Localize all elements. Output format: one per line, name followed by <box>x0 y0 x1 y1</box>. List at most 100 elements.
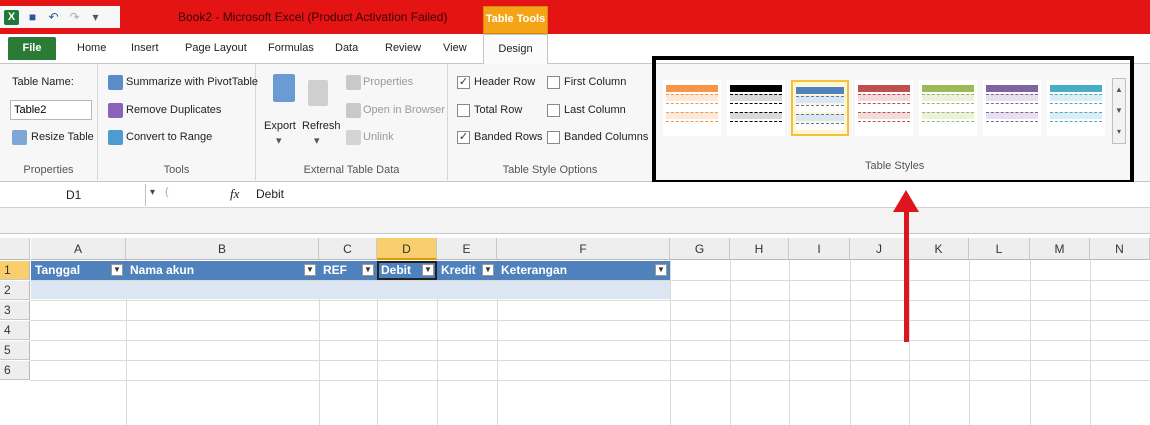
grid-line <box>850 260 851 425</box>
table-header-label: Kredit <box>441 263 476 277</box>
group-label-style-options: Table Style Options <box>502 164 598 176</box>
group-label-tools: Tools <box>163 164 190 176</box>
filter-dropdown-icon[interactable]: ▼ <box>422 264 434 276</box>
tab-formulas[interactable]: Formulas <box>268 42 314 54</box>
column-header-a[interactable]: A <box>31 238 126 260</box>
row-header-2[interactable]: 2 <box>0 281 30 300</box>
open-browser-icon <box>346 103 361 118</box>
column-header-h[interactable]: H <box>730 238 789 260</box>
header-row-label: Header Row <box>474 76 536 88</box>
annotation-arrow-shaft <box>904 206 909 342</box>
column-header-m[interactable]: M <box>1030 238 1090 260</box>
column-header-d[interactable]: D <box>377 238 437 260</box>
total-row-checkbox[interactable] <box>457 104 470 117</box>
customize-qat-icon[interactable]: ▾ <box>88 10 103 25</box>
row-header-1[interactable]: 1 <box>0 261 30 280</box>
first-column-checkbox[interactable] <box>547 76 560 89</box>
refresh-dropdown-icon[interactable]: ▾ <box>314 134 320 147</box>
table-header-label: REF <box>323 263 347 277</box>
grid-line <box>30 340 1150 341</box>
column-header-e[interactable]: E <box>437 238 497 260</box>
unlink-icon <box>346 130 361 145</box>
window-title: Book2 - Microsoft Excel (Product Activat… <box>178 10 448 24</box>
filter-dropdown-icon[interactable]: ▼ <box>304 264 316 276</box>
column-header-f[interactable]: F <box>497 238 670 260</box>
table-header-cell[interactable]: Nama akun ▼ <box>126 261 319 280</box>
export-dropdown-icon[interactable]: ▾ <box>276 134 282 147</box>
column-header-k[interactable]: K <box>909 238 969 260</box>
unlink-button[interactable]: Unlink <box>363 131 394 143</box>
header-row-checkbox[interactable]: ✓ <box>457 76 470 89</box>
worksheet-grid[interactable]: A B C D E F G H I J K L M N 1 2 3 4 5 6 Tanggal ▼ Nama akun ▼ RE… <box>0 238 1150 425</box>
row-header-6[interactable]: 6 <box>0 361 30 380</box>
row-header-3[interactable]: 3 <box>0 301 30 320</box>
tab-review[interactable]: Review <box>385 42 421 54</box>
column-header-i[interactable]: I <box>789 238 850 260</box>
highlight-box <box>652 56 1134 184</box>
row-header-5[interactable]: 5 <box>0 341 30 360</box>
table-header-label: Keterangan <box>501 263 568 277</box>
grid-line <box>30 360 1150 361</box>
refresh-button[interactable]: Refresh <box>302 120 341 132</box>
tab-insert[interactable]: Insert <box>131 42 159 54</box>
grid-line <box>670 260 671 425</box>
properties-group: Table Name: Resize Table Properties <box>0 64 98 180</box>
banded-rows-checkbox[interactable]: ✓ <box>457 131 470 144</box>
group-label-properties: Properties <box>23 164 74 176</box>
column-header-b[interactable]: B <box>126 238 319 260</box>
properties-button[interactable]: Properties <box>363 76 413 88</box>
table-name-input[interactable] <box>10 100 92 120</box>
excel-icon[interactable]: X <box>4 9 19 25</box>
remove-duplicates-icon <box>108 103 123 118</box>
column-header-l[interactable]: L <box>969 238 1030 260</box>
formula-input[interactable]: Debit <box>256 187 284 201</box>
name-box-dropdown-icon[interactable]: ▾ <box>150 187 155 198</box>
summarize-pivot-button[interactable]: Summarize with PivotTable <box>126 76 258 88</box>
remove-duplicates-button[interactable]: Remove Duplicates <box>126 104 221 116</box>
last-column-checkbox[interactable] <box>547 104 560 117</box>
tab-design[interactable]: Design <box>483 34 548 65</box>
grid-line <box>30 380 1150 381</box>
filter-dropdown-icon[interactable]: ▼ <box>655 264 667 276</box>
tab-file[interactable]: File <box>8 37 56 60</box>
save-icon[interactable]: ■ <box>25 10 40 25</box>
tab-data[interactable]: Data <box>335 42 358 54</box>
open-in-browser-button[interactable]: Open in Browser <box>363 104 445 116</box>
table-header-label: Tanggal <box>35 263 81 277</box>
cancel-formula-icon[interactable]: ( <box>165 186 169 198</box>
grid-line <box>909 260 910 425</box>
column-header-g[interactable]: G <box>670 238 730 260</box>
resize-table-button[interactable]: Resize Table <box>31 131 94 143</box>
resize-table-icon <box>12 130 27 145</box>
insert-function-icon[interactable]: fx <box>230 186 239 202</box>
first-column-label: First Column <box>564 76 627 88</box>
grid-line <box>1090 260 1091 425</box>
table-data-row[interactable] <box>31 281 670 299</box>
table-tools-context-label: Table Tools <box>483 6 548 34</box>
banded-columns-checkbox[interactable] <box>547 131 560 144</box>
export-button[interactable]: Export <box>264 120 296 132</box>
last-column-label: Last Column <box>564 104 626 116</box>
table-header-cell[interactable]: Keterangan ▼ <box>497 261 670 280</box>
name-box[interactable]: D1 <box>6 184 146 206</box>
row-header-4[interactable]: 4 <box>0 321 30 340</box>
filter-dropdown-icon[interactable]: ▼ <box>362 264 374 276</box>
filter-dropdown-icon[interactable]: ▼ <box>111 264 123 276</box>
column-header-n[interactable]: N <box>1090 238 1150 260</box>
redo-icon[interactable]: ↷ <box>67 10 82 25</box>
formula-bar-expanded <box>0 208 1150 234</box>
column-header-c[interactable]: C <box>319 238 377 260</box>
external-data-group: Export ▾ Refresh ▾ Properties Open in Br… <box>256 64 448 180</box>
tab-view[interactable]: View <box>443 42 467 54</box>
undo-icon[interactable]: ↶ <box>46 10 61 25</box>
table-header-cell[interactable]: Tanggal ▼ <box>31 261 126 280</box>
table-header-cell[interactable]: Kredit ▼ <box>437 261 497 280</box>
tab-home[interactable]: Home <box>77 42 106 54</box>
column-header-j[interactable]: J <box>850 238 909 260</box>
table-header-cell[interactable]: Debit ▼ <box>377 261 437 280</box>
filter-dropdown-icon[interactable]: ▼ <box>482 264 494 276</box>
select-all-corner[interactable] <box>0 238 30 260</box>
convert-range-button[interactable]: Convert to Range <box>126 131 212 143</box>
tab-page-layout[interactable]: Page Layout <box>185 42 247 54</box>
table-header-cell[interactable]: REF ▼ <box>319 261 377 280</box>
